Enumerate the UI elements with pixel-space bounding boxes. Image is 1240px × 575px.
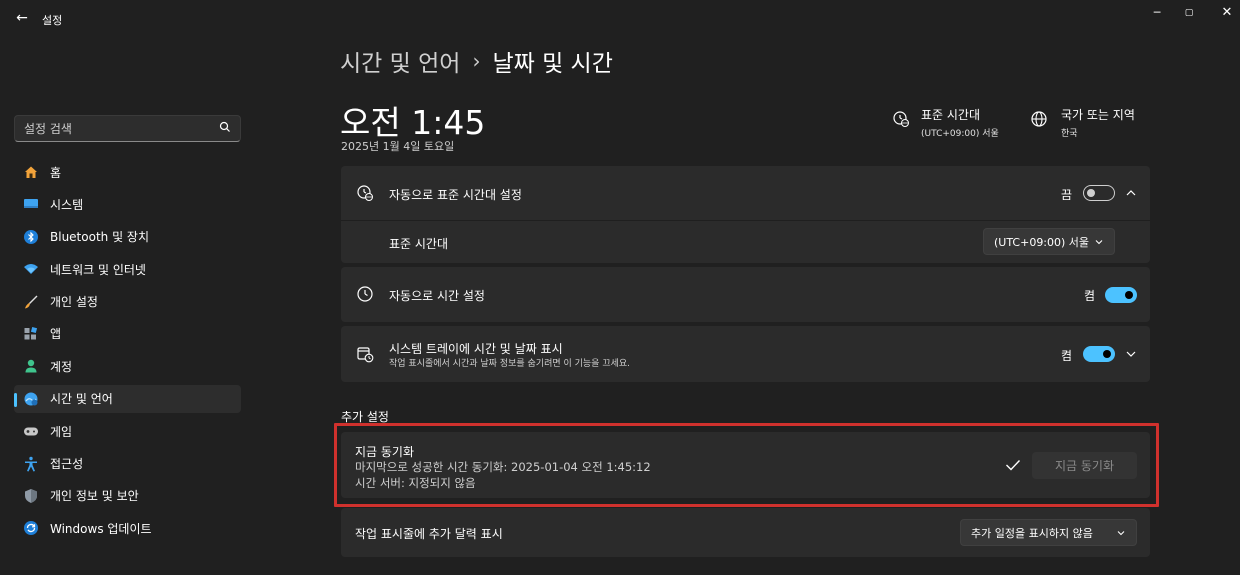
sidebar-item-windows-update[interactable]: Windows 업데이트 (14, 514, 241, 542)
active-indicator (14, 392, 17, 407)
extra-calendar-card: 작업 표시줄에 추가 달력 표시 추가 일정을 표시하지 않음 (341, 508, 1150, 557)
sidebar-item-label: 시간 및 언어 (50, 392, 113, 407)
chevron-up-icon[interactable] (1125, 187, 1137, 199)
time-language-icon (22, 390, 40, 408)
update-icon (22, 519, 40, 537)
sidebar-item-gaming[interactable]: 게임 (14, 417, 241, 445)
clock-icon (357, 286, 373, 302)
sidebar-item-label: Windows 업데이트 (50, 521, 152, 536)
sidebar-item-home[interactable]: 홈 (14, 158, 241, 186)
breadcrumb-separator: › (472, 49, 481, 73)
sidebar-item-accounts[interactable]: 계정 (14, 352, 241, 380)
timezone-globe-icon (893, 111, 909, 127)
sidebar-item-time-language[interactable]: 시간 및 언어 (14, 384, 241, 413)
back-button[interactable]: ← (12, 8, 32, 28)
timezone-info: 표준 시간대 (UTC+09:00) 서울 (892, 106, 999, 139)
toggle-knob (1125, 291, 1133, 299)
home-icon (22, 163, 40, 181)
sidebar-item-label: 접근성 (50, 457, 84, 472)
current-time: 오전 1:45 (340, 103, 486, 142)
extra-calendar-value: 추가 일정을 표시하지 않음 (971, 526, 1093, 540)
region-info: 국가 또는 지역 한국 (1030, 106, 1135, 139)
app-title: 설정 (42, 14, 63, 27)
person-icon (22, 357, 40, 375)
auto-time-state: 켬 (1084, 289, 1096, 303)
title-bar: ← 설정 ─ ▢ ✕ (0, 0, 1240, 36)
gamepad-icon (22, 422, 40, 440)
tray-time-description: 작업 표시줄에서 시간과 날짜 정보를 숨기려면 이 기능을 끄세요. (389, 359, 631, 369)
auto-timezone-label: 자동으로 표준 시간대 설정 (389, 188, 522, 202)
timezone-title: 표준 시간대 (921, 108, 981, 122)
globe-icon (1031, 111, 1047, 127)
search-box (14, 115, 241, 142)
auto-timezone-card: 자동으로 표준 시간대 설정 끔 표준 시간대 (UTC+09:00) 서울 (341, 166, 1150, 263)
sidebar-nav: 홈 시스템 Bluetooth 및 장치 네트워크 및 인터넷 개인 설정 앱 (14, 158, 241, 547)
auto-time-label: 자동으로 시간 설정 (389, 289, 485, 303)
region-title: 국가 또는 지역 (1061, 108, 1135, 122)
timezone-dropdown-value: (UTC+09:00) 서울 (994, 235, 1090, 249)
timezone-select-row: 표준 시간대 (UTC+09:00) 서울 (341, 221, 1150, 263)
auto-time-toggle[interactable] (1105, 287, 1137, 303)
highlight-box (334, 423, 1159, 507)
sidebar-item-label: Bluetooth 및 장치 (50, 230, 150, 245)
apps-icon (22, 325, 40, 343)
search-icon[interactable] (219, 121, 231, 133)
sidebar-item-privacy[interactable]: 개인 정보 및 보안 (14, 482, 241, 510)
timezone-value: (UTC+09:00) 서울 (921, 129, 999, 139)
tray-time-toggle[interactable] (1083, 346, 1115, 362)
timezone-dropdown[interactable]: (UTC+09:00) 서울 (983, 228, 1115, 255)
sidebar-item-network[interactable]: 네트워크 및 인터넷 (14, 255, 241, 283)
sidebar-item-label: 홈 (50, 165, 62, 180)
breadcrumb: 시간 및 언어 › 날짜 및 시간 (340, 44, 613, 78)
current-date: 2025년 1월 4일 토요일 (341, 140, 455, 153)
wifi-icon (22, 260, 40, 278)
chevron-down-icon (1095, 240, 1103, 245)
auto-timezone-toggle[interactable] (1083, 185, 1115, 201)
tray-time-label: 시스템 트레이에 시간 및 날짜 표시 (389, 342, 563, 356)
calendar-clock-icon (357, 347, 374, 363)
sidebar-item-label: 계정 (50, 359, 73, 374)
region-value: 한국 (1061, 129, 1078, 139)
timezone-globe-icon (357, 185, 373, 201)
sidebar-item-system[interactable]: 시스템 (14, 190, 241, 218)
sidebar-item-label: 네트워크 및 인터넷 (50, 262, 146, 277)
brush-icon (22, 293, 40, 311)
extra-calendar-dropdown[interactable]: 추가 일정을 표시하지 않음 (960, 519, 1137, 546)
bluetooth-icon (22, 228, 40, 246)
extra-calendar-label: 작업 표시줄에 추가 달력 표시 (355, 527, 503, 541)
sidebar-item-label: 개인 정보 및 보안 (50, 489, 139, 504)
sidebar-item-bluetooth[interactable]: Bluetooth 및 장치 (14, 223, 241, 251)
chevron-down-icon (1117, 531, 1125, 536)
breadcrumb-parent[interactable]: 시간 및 언어 (340, 44, 460, 78)
shield-icon (22, 487, 40, 505)
close-button[interactable]: ✕ (1215, 5, 1239, 21)
tray-time-state: 켬 (1061, 349, 1073, 363)
maximize-button[interactable]: ▢ (1177, 5, 1201, 21)
search-input[interactable] (15, 116, 205, 141)
page-title: 날짜 및 시간 (492, 51, 613, 77)
monitor-icon (22, 195, 40, 213)
sidebar-item-label: 시스템 (50, 197, 84, 212)
timezone-select-label: 표준 시간대 (389, 237, 449, 251)
sidebar-item-label: 앱 (50, 327, 62, 342)
toggle-knob (1103, 350, 1111, 358)
accessibility-icon (22, 455, 40, 473)
minimize-button[interactable]: ─ (1145, 5, 1169, 21)
sidebar-item-accessibility[interactable]: 접근성 (14, 450, 241, 478)
tray-time-card[interactable]: 시스템 트레이에 시간 및 날짜 표시 작업 표시줄에서 시간과 날짜 정보를 … (341, 326, 1150, 382)
toggle-knob (1087, 189, 1095, 197)
sidebar-item-personalization[interactable]: 개인 설정 (14, 288, 241, 316)
sidebar-item-apps[interactable]: 앱 (14, 320, 241, 348)
auto-time-card[interactable]: 자동으로 시간 설정 켬 (341, 267, 1150, 322)
sidebar-item-label: 개인 설정 (50, 295, 98, 310)
sidebar-item-label: 게임 (50, 424, 73, 439)
auto-timezone-row[interactable]: 자동으로 표준 시간대 설정 끔 (341, 166, 1150, 220)
auto-timezone-state: 끔 (1061, 188, 1073, 202)
chevron-down-icon[interactable] (1125, 348, 1137, 360)
